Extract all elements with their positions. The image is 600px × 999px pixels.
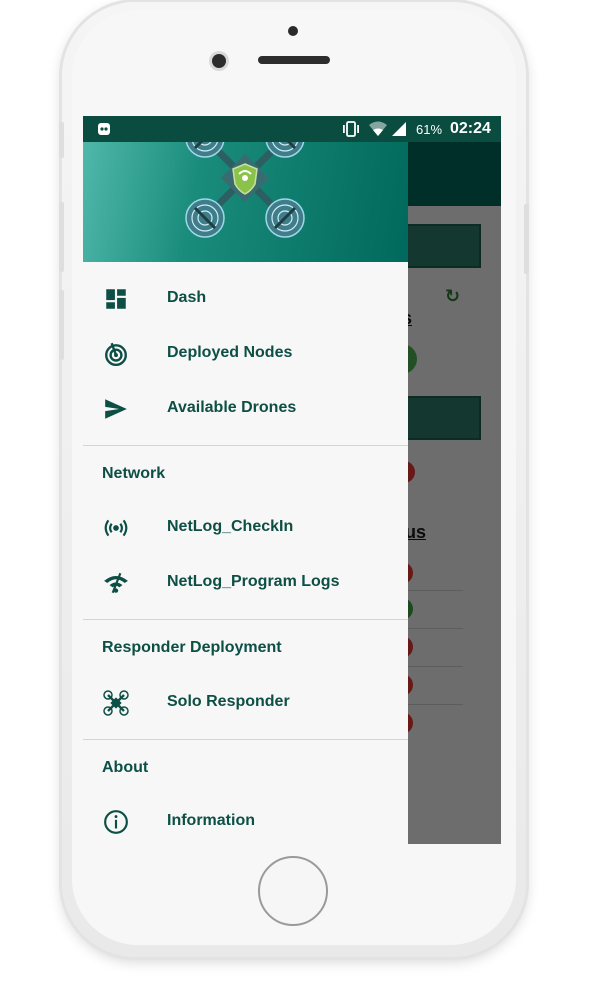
earpiece-speaker <box>258 56 330 64</box>
proximity-sensor <box>288 26 298 36</box>
menu-item-label: NetLog_CheckIn <box>167 518 294 535</box>
menu-item-label: Available Drones <box>167 399 297 416</box>
power-button <box>524 204 529 274</box>
menu-item-label: NetLog_Program Logs <box>167 573 340 590</box>
home-button[interactable] <box>258 856 328 926</box>
menu-item-label: Solo Responder <box>167 693 290 710</box>
section-title-responder-deployment: Responder Deployment <box>102 639 282 656</box>
section-title-network: Network <box>102 465 166 482</box>
menu-item-available-drones[interactable]: Available Drones <box>83 384 408 434</box>
menu-item-label: Dash <box>167 289 207 306</box>
dashboard-icon <box>106 289 126 309</box>
send-icon <box>105 399 127 419</box>
notification-app-icon <box>98 123 110 135</box>
menu-item-netlog-program-logs[interactable]: NetLog_Program Logs <box>83 558 408 608</box>
drone-icon <box>103 690 129 716</box>
vibrate-icon <box>343 121 359 137</box>
cell-signal-icon <box>392 122 406 136</box>
wifi-off-icon <box>104 572 128 594</box>
menu-item-information[interactable]: Information <box>83 797 408 844</box>
screen: ↻ s tus 61% 02:24 <box>83 116 501 844</box>
divider <box>83 739 408 740</box>
status-bar: 61% 02:24 <box>83 116 501 142</box>
menu-item-deployed-nodes[interactable]: Deployed Nodes <box>83 329 408 379</box>
menu-item-label: Deployed Nodes <box>167 344 293 361</box>
divider <box>83 445 408 446</box>
menu-item-netlog-checkin[interactable]: NetLog_CheckIn <box>83 503 408 553</box>
mute-switch <box>59 122 64 158</box>
navigation-drawer: Dash Deployed Nodes Available Drones Net… <box>83 116 408 844</box>
wifi-icon <box>369 121 387 136</box>
volume-up-button <box>59 202 64 272</box>
battery-level: 61% <box>416 122 443 137</box>
volume-down-button <box>59 290 64 360</box>
info-icon <box>104 810 128 834</box>
menu-item-solo-responder[interactable]: Solo Responder <box>83 678 408 728</box>
menu-item-dash[interactable]: Dash <box>83 274 408 324</box>
menu-item-label: Information <box>167 812 255 829</box>
front-camera <box>212 54 226 68</box>
broadcast-icon <box>104 519 128 537</box>
section-title-about: About <box>102 759 149 776</box>
divider <box>83 619 408 620</box>
radar-icon <box>105 342 127 367</box>
clock: 02:24 <box>450 120 491 137</box>
